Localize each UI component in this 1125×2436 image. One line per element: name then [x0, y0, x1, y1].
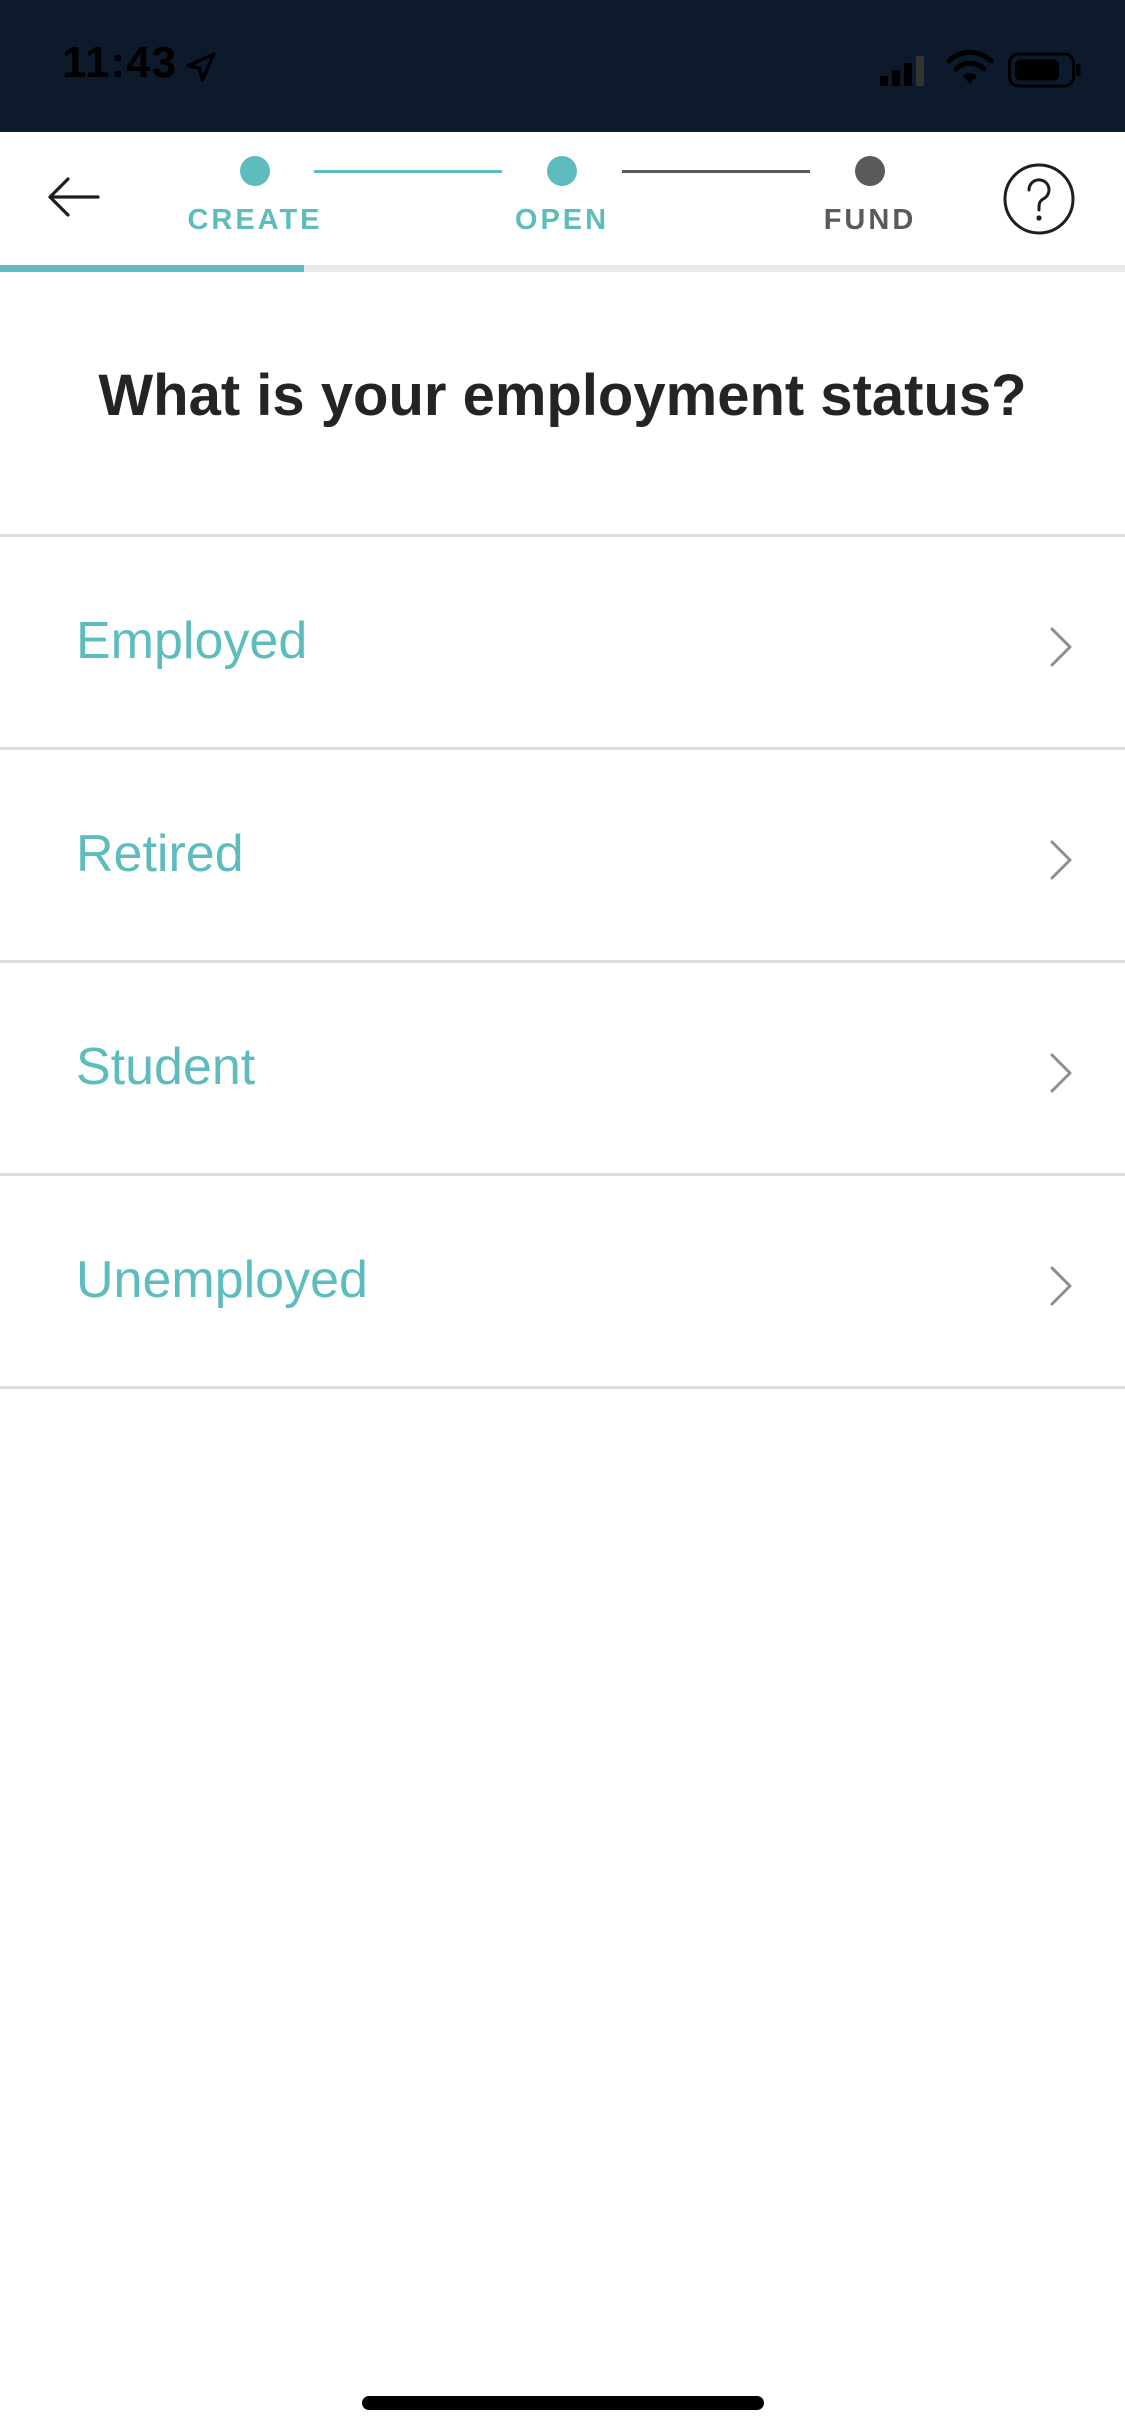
wifi-icon	[946, 50, 994, 84]
option-label: Retired	[76, 825, 244, 883]
question-title: What is your employment status?	[98, 363, 1027, 428]
step-label-open: OPEN	[514, 204, 610, 236]
option-label: Employed	[76, 612, 308, 670]
status-time: 11:43	[62, 38, 178, 87]
progress-fill	[0, 265, 304, 272]
chevron-right-icon	[1050, 1053, 1072, 1093]
option-label: Unemployed	[76, 1251, 368, 1309]
step-connector-open-fund	[622, 170, 810, 173]
step-dot-open	[547, 156, 577, 186]
option-employed[interactable]: Employed	[0, 537, 1125, 750]
home-indicator[interactable]	[362, 2396, 764, 2410]
cellular-signal-icon	[880, 56, 924, 86]
chevron-right-icon	[1050, 840, 1072, 880]
location-arrow-icon	[186, 52, 216, 82]
battery-icon	[1008, 52, 1081, 88]
step-indicator: CREATE OPEN FUND	[0, 132, 1125, 272]
step-label-create: CREATE	[187, 204, 323, 236]
option-label: Student	[76, 1038, 256, 1096]
onboarding-header: CREATE OPEN FUND	[0, 132, 1125, 272]
option-retired[interactable]: Retired	[0, 750, 1125, 963]
step-dot-fund	[855, 156, 885, 186]
step-dot-create	[240, 156, 270, 186]
step-label-fund: FUND	[823, 204, 917, 236]
status-bar: 11:43	[0, 0, 1125, 132]
chevron-right-icon	[1050, 627, 1072, 667]
help-button[interactable]	[1002, 162, 1076, 236]
chevron-right-icon	[1050, 1266, 1072, 1306]
step-connector-create-open	[314, 170, 502, 173]
employment-status-options: Employed Retired Student Unemployed	[0, 534, 1125, 1389]
progress-track	[0, 265, 1125, 272]
option-student[interactable]: Student	[0, 963, 1125, 1176]
question-circle-icon	[1003, 163, 1075, 235]
option-unemployed[interactable]: Unemployed	[0, 1176, 1125, 1389]
